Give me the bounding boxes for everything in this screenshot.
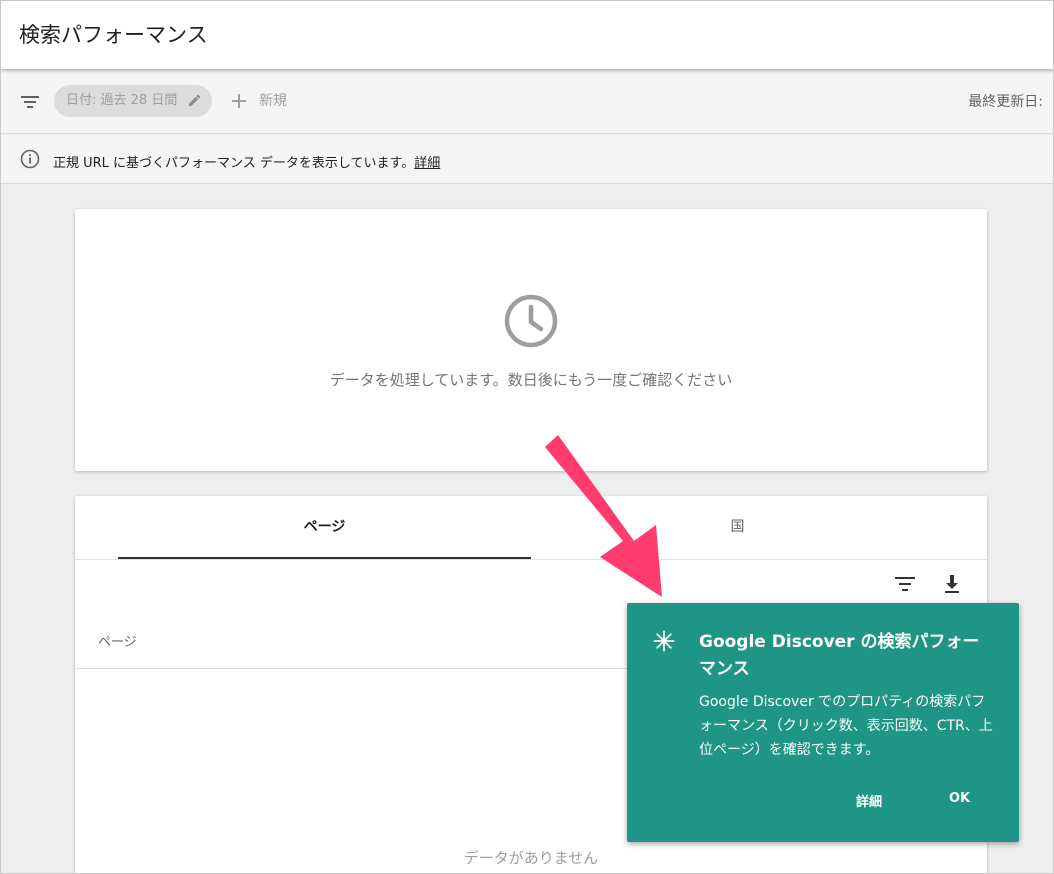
popup-details-button[interactable]: 詳細 bbox=[856, 791, 882, 810]
clock-icon bbox=[504, 294, 558, 348]
page-frame: 検索パフォーマンス 日付: 過去 28 日間 新規 最終更新日: 正規 URL … bbox=[0, 0, 1054, 874]
pencil-icon bbox=[188, 94, 201, 107]
page-title: 検索パフォーマンス bbox=[19, 23, 208, 47]
popup-ok-button[interactable]: OK bbox=[949, 791, 970, 806]
annotation-arrow bbox=[545, 435, 662, 597]
tab-countries-label: 国 bbox=[730, 519, 745, 535]
column-header-page[interactable]: ページ bbox=[98, 631, 137, 650]
download-icon[interactable] bbox=[941, 573, 963, 595]
add-filter-button[interactable]: 新規 bbox=[229, 85, 287, 117]
info-banner: 正規 URL に基づくパフォーマンス データを表示しています。詳細 bbox=[1, 135, 1053, 184]
last-updated-label: 最終更新日: bbox=[968, 94, 1043, 110]
processing-message: データを処理しています。数日後にもう一度ご確認ください bbox=[329, 371, 733, 389]
sparkle-icon bbox=[653, 630, 675, 652]
tab-pages-label: ページ bbox=[303, 519, 346, 535]
empty-state-message: データがありません bbox=[463, 849, 599, 867]
table-filter-icon[interactable] bbox=[894, 574, 916, 594]
plus-icon bbox=[232, 94, 246, 108]
date-filter-chip[interactable]: 日付: 過去 28 日間 bbox=[54, 85, 212, 117]
page-header: 検索パフォーマンス bbox=[1, 1, 1053, 69]
filter-toolbar: 日付: 過去 28 日間 新規 最終更新日: bbox=[1, 69, 1053, 134]
info-message-text: 正規 URL に基づくパフォーマンス データを表示しています。 bbox=[53, 156, 415, 171]
popup-title: Google Discover の検索パフォーマンス bbox=[699, 632, 980, 679]
popup-body: Google Discover でのプロパティの検索パフォーマンス（クリック数、… bbox=[699, 694, 993, 758]
tab-pages[interactable]: ページ bbox=[118, 496, 531, 559]
info-details-link[interactable]: 詳細 bbox=[414, 156, 440, 171]
info-message: 正規 URL に基づくパフォーマンス データを表示しています。詳細 bbox=[53, 152, 440, 171]
filter-icon[interactable] bbox=[20, 92, 40, 112]
info-icon bbox=[20, 149, 40, 169]
discover-announcement-popup: Google Discover の検索パフォーマンス Google Discov… bbox=[627, 603, 1019, 842]
date-filter-label: 日付: 過去 28 日間 bbox=[66, 93, 178, 108]
